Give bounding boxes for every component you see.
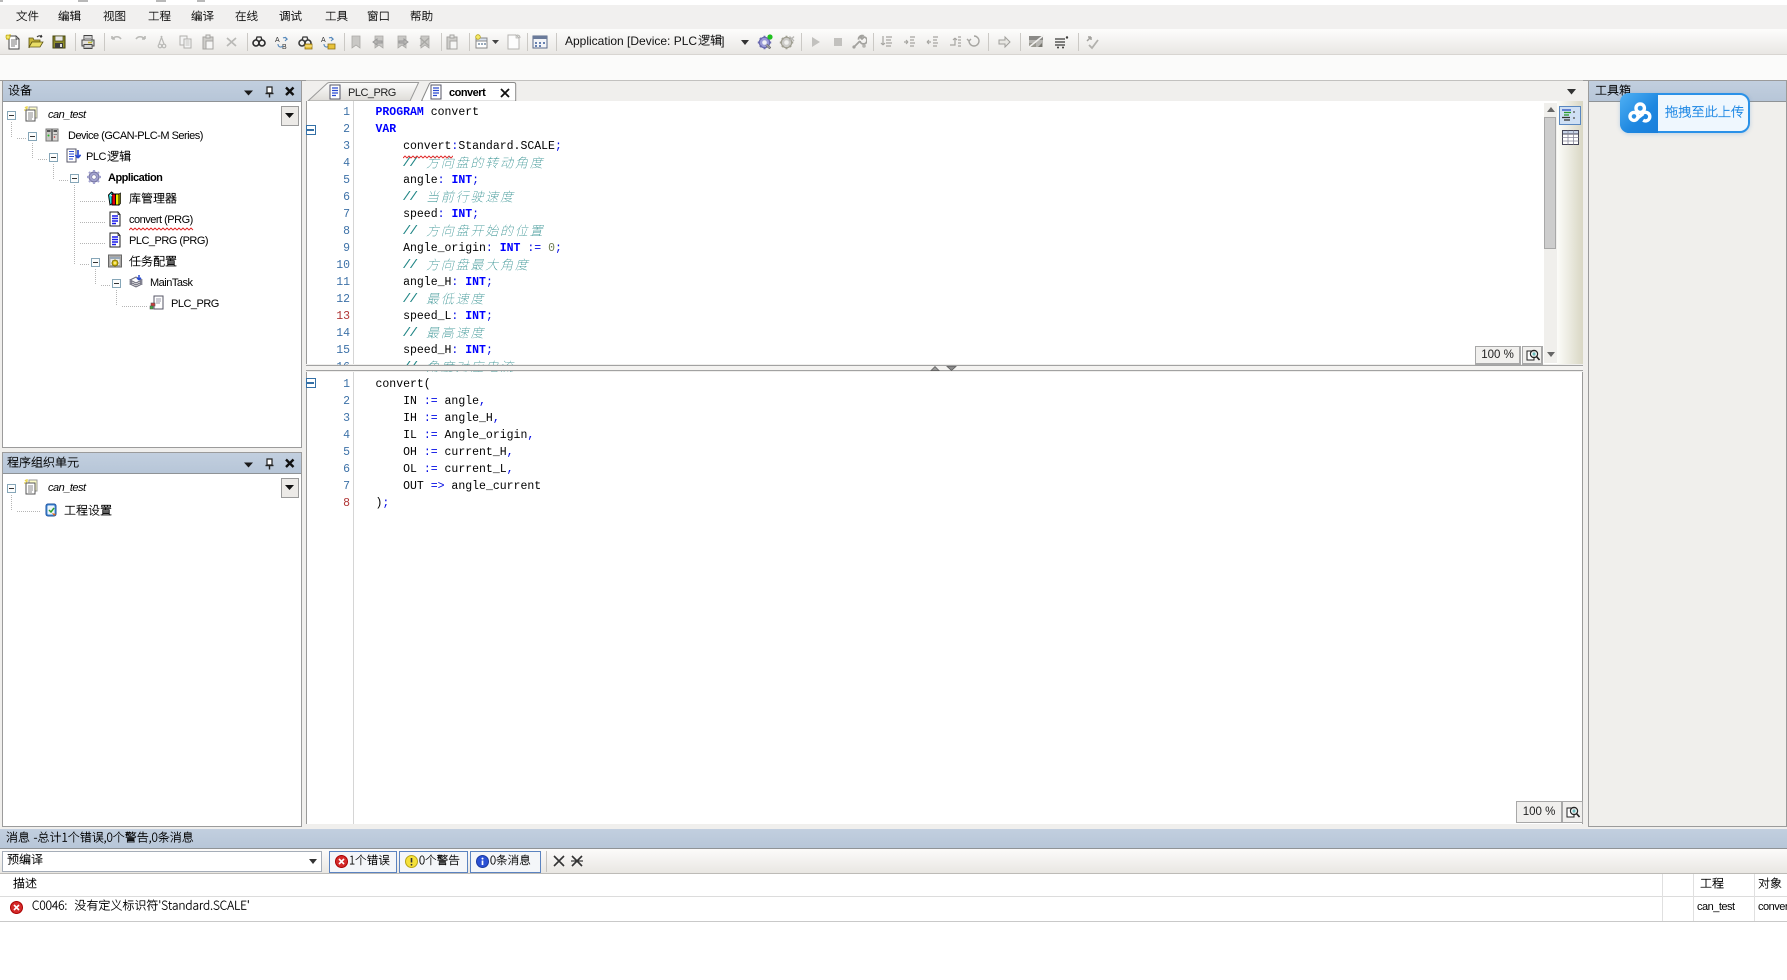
svg-text:B: B [282,44,287,50]
svg-text:A: A [275,37,280,44]
svg-text:A: A [321,37,326,44]
